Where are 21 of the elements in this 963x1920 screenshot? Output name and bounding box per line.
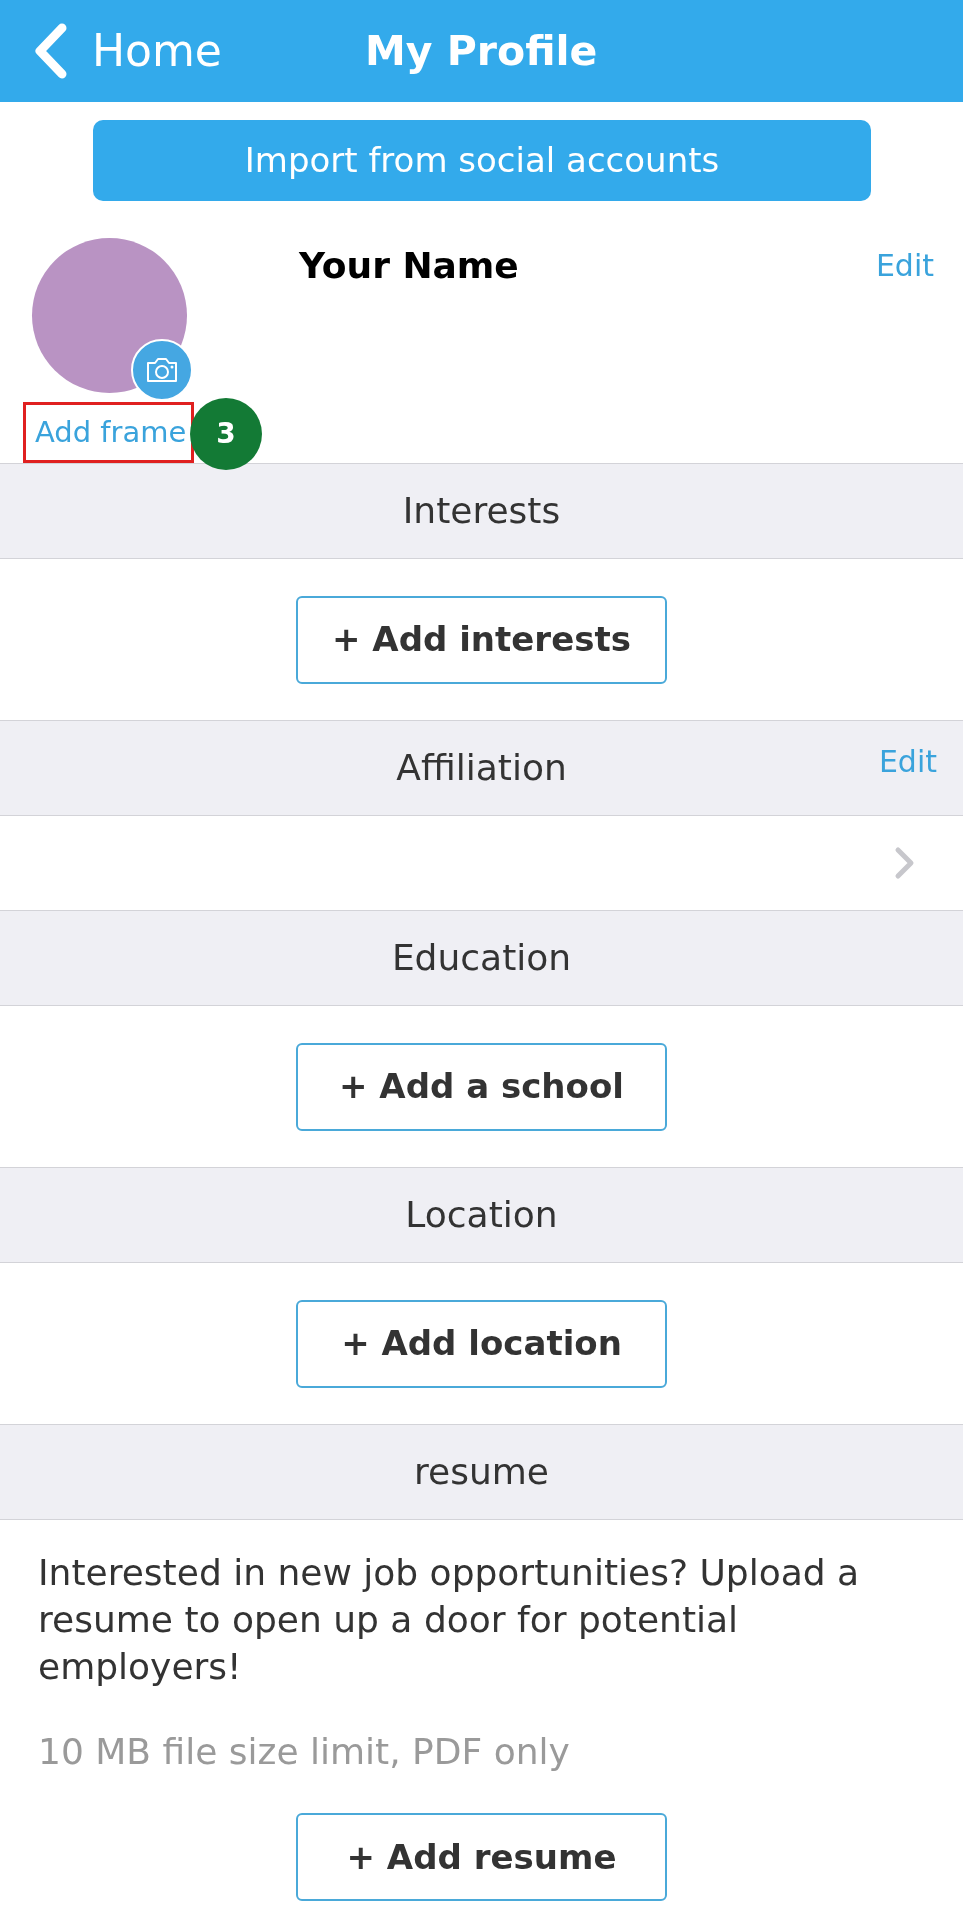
add-button[interactable]: + Add interests bbox=[296, 595, 667, 684]
add-button[interactable]: + Add location bbox=[296, 1299, 667, 1388]
section-title: Location bbox=[405, 1197, 558, 1233]
profile-name: Your Name bbox=[299, 244, 520, 288]
add-frame-link[interactable]: Add frame bbox=[35, 418, 187, 447]
add-button[interactable]: + Add resume bbox=[296, 1813, 667, 1901]
edit-link[interactable]: Edit bbox=[878, 744, 937, 780]
section-title: Affiliation bbox=[396, 750, 567, 786]
import-button[interactable]: Import from social accounts bbox=[93, 120, 871, 201]
add-button[interactable]: + Add a school bbox=[296, 1042, 667, 1131]
resume-description: Interested in new job opportunities? Upload a resume to open up a door for potential employers! bbox=[38, 1551, 861, 1689]
step-badge: 3 bbox=[190, 398, 262, 470]
page-title: My Profile bbox=[364, 30, 598, 72]
camera-icon[interactable] bbox=[131, 339, 193, 401]
section-title: Interests bbox=[402, 493, 561, 529]
file-limit-note: 10 MB file size limit, PDF only bbox=[38, 1730, 571, 1774]
edit-link[interactable]: Edit bbox=[875, 248, 934, 283]
back-button[interactable]: Home bbox=[31, 23, 222, 79]
section-title: resume bbox=[414, 1454, 549, 1490]
section-title: Education bbox=[391, 940, 572, 976]
chevron-right-icon bbox=[894, 846, 915, 880]
